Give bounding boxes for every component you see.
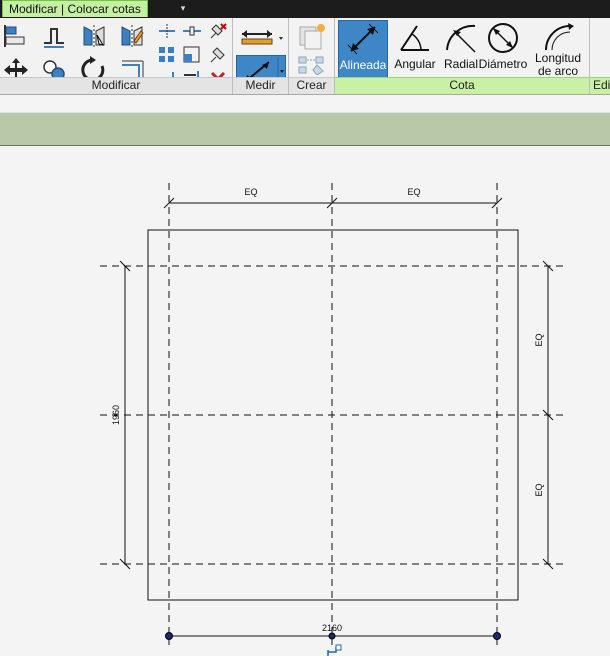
offset-icon[interactable] [40, 22, 68, 50]
vertical-reference-planes[interactable] [168, 183, 498, 645]
plan-view[interactable]: EQ EQ EQ EQ 1960 2160 [0, 145, 610, 656]
left-total-dimension-value[interactable]: 1960 [111, 405, 121, 425]
aligned-dimension-label: Alineada [339, 58, 387, 72]
top-eq-dimension[interactable] [163, 197, 503, 209]
dimension-grip-center[interactable] [328, 632, 336, 640]
right-bottom-eq-label[interactable]: EQ [534, 483, 544, 496]
group-label-crear: Crear [289, 77, 334, 94]
measure-between-references-icon[interactable] [237, 22, 285, 50]
bottom-total-dimension-value[interactable]: 2160 [322, 623, 342, 633]
group-label-medir: Medir [233, 77, 288, 94]
split-element-icon[interactable] [156, 20, 178, 42]
mirror-draw-axis-icon[interactable] [118, 22, 146, 50]
quick-access-dropdown-icon[interactable]: ▾ [172, 3, 194, 14]
drawing-canvas[interactable]: EQ EQ EQ EQ 1960 2160 [0, 145, 610, 656]
options-bar [0, 112, 610, 146]
group-edit-partial: Edi [590, 18, 610, 94]
diameter-dimension-button[interactable]: Diámetro [478, 20, 528, 78]
aligned-dimension-button[interactable]: Alineada [338, 20, 388, 78]
context-tab-modificar-colocar-cotas[interactable]: Modificar | Colocar cotas [2, 0, 148, 17]
unpin-icon[interactable] [207, 20, 229, 42]
create-similar-icon[interactable] [295, 20, 329, 52]
dimension-grip-left[interactable] [165, 632, 173, 640]
arc-length-dimension-button[interactable]: Longitud de arco [531, 20, 585, 78]
right-top-eq-label[interactable]: EQ [534, 333, 544, 346]
horizontal-reference-planes[interactable] [100, 265, 566, 565]
align-icon[interactable] [2, 22, 30, 50]
array-icon[interactable] [156, 44, 178, 66]
pin-icon[interactable] [207, 44, 229, 66]
dimension-grip-right[interactable] [493, 632, 501, 640]
angular-dimension-button[interactable]: Angular [390, 20, 440, 78]
group-medir: Medir [233, 18, 289, 94]
top-right-eq-label[interactable]: EQ [407, 187, 420, 197]
split-with-gap-icon[interactable] [181, 20, 203, 42]
radial-dimension-label: Radial [443, 57, 479, 71]
group-modificar: Modificar [0, 18, 233, 94]
group-label-modificar: Modificar [0, 77, 232, 94]
text-drag-grip[interactable] [335, 644, 342, 651]
top-left-eq-label[interactable]: EQ [244, 187, 257, 197]
group-label-cota: Cota [335, 77, 589, 94]
diameter-dimension-label: Diámetro [478, 57, 528, 71]
title-bar: Modificar | Colocar cotas ▾ [0, 0, 610, 18]
scale-icon[interactable] [181, 44, 203, 66]
group-crear: Crear [289, 18, 335, 94]
ribbon: Modificar Medir Crear Alineada Angular R… [0, 18, 610, 95]
group-cota: Alineada Angular Radial Diámetro Longitu… [335, 18, 590, 94]
group-label-edit-partial: Edi [590, 77, 610, 94]
mirror-pick-axis-icon[interactable] [80, 22, 108, 50]
angular-dimension-label: Angular [394, 57, 436, 71]
create-group-icon[interactable] [295, 54, 329, 76]
